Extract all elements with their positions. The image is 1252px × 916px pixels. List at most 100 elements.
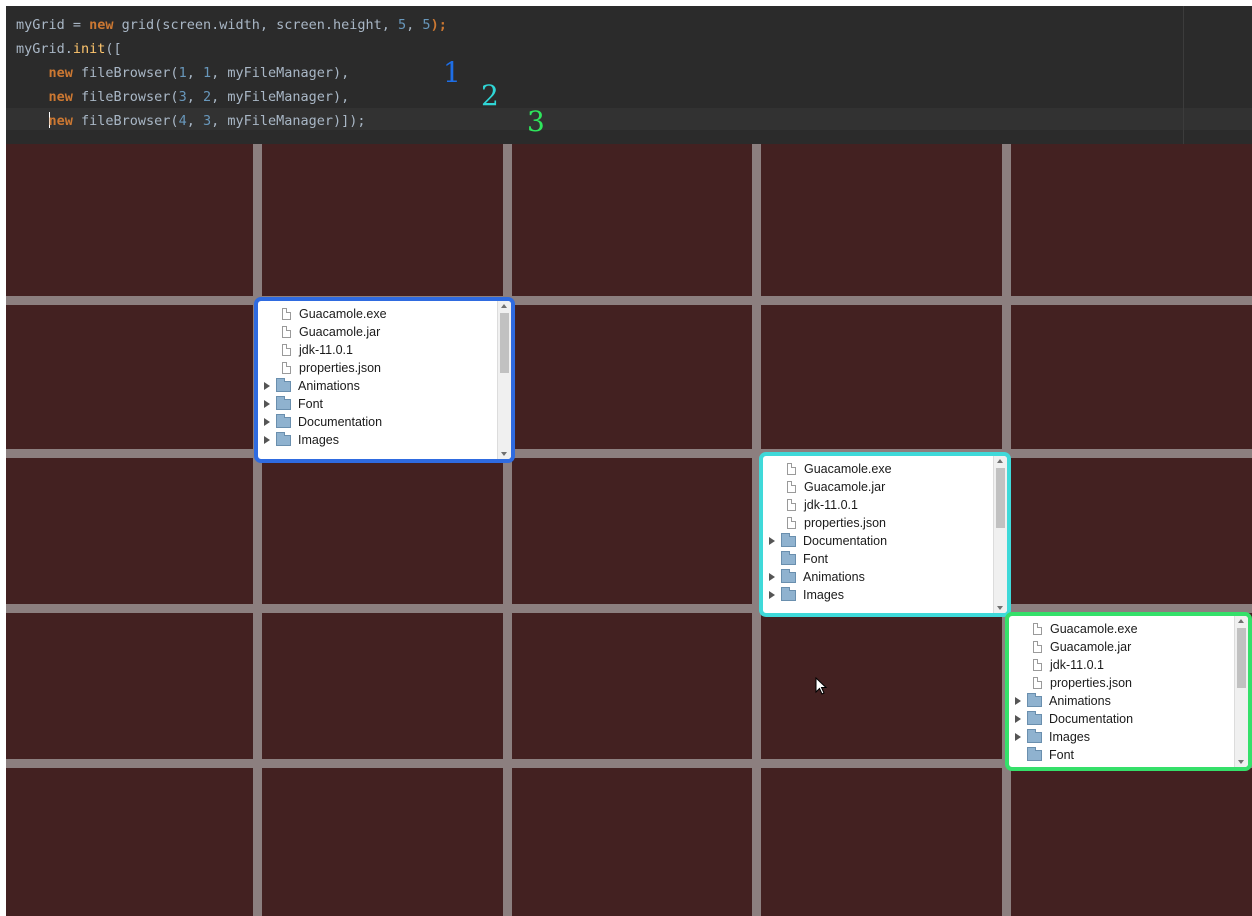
file-item[interactable]: Guacamole.jar	[763, 478, 993, 496]
file-icon	[787, 463, 796, 475]
code-token: init	[72, 41, 106, 57]
code-token: new	[48, 89, 82, 105]
scrollbar[interactable]	[497, 301, 511, 459]
expand-arrow-icon[interactable]	[264, 400, 270, 408]
folder-item[interactable]: Documentation	[763, 532, 993, 550]
grid-line-vertical	[503, 144, 512, 916]
expand-arrow-icon[interactable]	[1015, 733, 1021, 741]
code-token: , myFileManager)]);	[211, 113, 366, 129]
folder-icon	[1027, 710, 1042, 725]
scroll-thumb[interactable]	[996, 468, 1005, 528]
item-label: Documentation	[1049, 712, 1134, 726]
grid-line-horizontal	[6, 449, 1252, 458]
code-token: 1	[178, 65, 187, 81]
file-item[interactable]: properties.json	[1009, 674, 1234, 692]
file-icon	[787, 499, 796, 511]
folder-item[interactable]: Documentation	[258, 413, 497, 431]
expand-arrow-icon[interactable]	[264, 418, 270, 426]
code-token: , myFileManager),	[211, 65, 350, 81]
file-list[interactable]: Guacamole.exe Guacamole.jar jdk-11.0.1 prop…	[258, 301, 497, 459]
code-token: 2	[202, 89, 212, 105]
annotation-label-1: 1	[443, 56, 461, 89]
code-token: new	[48, 113, 82, 129]
expand-arrow-icon[interactable]	[769, 573, 775, 581]
grid-line-horizontal	[6, 296, 1252, 305]
item-label: jdk-11.0.1	[1050, 658, 1104, 672]
scroll-down-arrow-icon[interactable]	[501, 452, 507, 456]
folder-item[interactable]: Font	[763, 550, 993, 568]
file-browser-3[interactable]: Guacamole.exe Guacamole.jar jdk-11.0.1 prop…	[1005, 612, 1252, 771]
file-item[interactable]: Guacamole.jar	[258, 323, 497, 341]
code-line[interactable]: new fileBrowser(3, 2, myFileManager),	[16, 88, 350, 106]
folder-icon	[276, 431, 291, 446]
scroll-down-arrow-icon[interactable]	[1238, 760, 1244, 764]
code-line[interactable]: myGrid = new grid(screen.width, screen.h…	[16, 16, 447, 34]
code-line[interactable]: new fileBrowser(1, 1, myFileManager),	[16, 64, 350, 82]
scroll-thumb[interactable]	[500, 313, 509, 373]
right-margin-guide	[1183, 6, 1184, 144]
folder-item[interactable]: Images	[1009, 728, 1234, 746]
folder-item[interactable]: Animations	[258, 377, 497, 395]
expand-arrow-icon[interactable]	[769, 537, 775, 545]
file-item[interactable]: jdk-11.0.1	[1009, 656, 1234, 674]
scroll-up-arrow-icon[interactable]	[997, 459, 1003, 463]
item-label: Guacamole.exe	[1050, 622, 1138, 636]
grid-canvas	[6, 144, 1252, 916]
code-token: 1	[202, 65, 212, 81]
file-browser-1[interactable]: Guacamole.exe Guacamole.jar jdk-11.0.1 prop…	[254, 297, 515, 463]
item-label: Animations	[298, 379, 360, 393]
file-browser-2[interactable]: Guacamole.exe Guacamole.jar jdk-11.0.1 prop…	[759, 452, 1011, 617]
file-icon	[1033, 677, 1042, 689]
code-token: fileBrowser(	[81, 113, 179, 129]
item-label: Guacamole.exe	[299, 307, 387, 321]
folder-icon	[781, 586, 796, 601]
file-item[interactable]: properties.json	[763, 514, 993, 532]
code-token: ([	[105, 41, 122, 57]
file-item[interactable]: properties.json	[258, 359, 497, 377]
code-editor[interactable]: myGrid = new grid(screen.width, screen.h…	[6, 6, 1252, 144]
folder-item[interactable]: Documentation	[1009, 710, 1234, 728]
file-icon	[1033, 659, 1042, 671]
expand-arrow-icon[interactable]	[264, 436, 270, 444]
scroll-down-arrow-icon[interactable]	[997, 606, 1003, 610]
folder-item[interactable]: Animations	[763, 568, 993, 586]
code-line[interactable]: new fileBrowser(4, 3, myFileManager)]);	[16, 112, 366, 130]
folder-item[interactable]: Animations	[1009, 692, 1234, 710]
folder-item[interactable]: Images	[258, 431, 497, 449]
folder-item[interactable]: Font	[258, 395, 497, 413]
folder-item[interactable]: Font	[1009, 746, 1234, 764]
code-line[interactable]: myGrid.init([	[16, 40, 122, 58]
scroll-thumb[interactable]	[1237, 628, 1246, 688]
file-item[interactable]: jdk-11.0.1	[763, 496, 993, 514]
file-icon	[282, 362, 291, 374]
item-label: properties.json	[299, 361, 381, 375]
file-item[interactable]: Guacamole.exe	[258, 305, 497, 323]
scrollbar[interactable]	[993, 456, 1007, 613]
item-label: Guacamole.exe	[804, 462, 892, 476]
grid-line-vertical	[253, 144, 262, 916]
folder-item[interactable]: Images	[763, 586, 993, 604]
item-label: jdk-11.0.1	[299, 343, 353, 357]
scrollbar[interactable]	[1234, 616, 1248, 767]
file-list[interactable]: Guacamole.exe Guacamole.jar jdk-11.0.1 prop…	[763, 456, 993, 613]
code-token: grid(screen.width, screen.height,	[121, 17, 399, 33]
code-token: fileBrowser(	[81, 65, 179, 81]
expand-arrow-icon[interactable]	[1015, 697, 1021, 705]
expand-arrow-icon[interactable]	[1015, 715, 1021, 723]
item-label: jdk-11.0.1	[804, 498, 858, 512]
file-item[interactable]: Guacamole.exe	[763, 460, 993, 478]
item-label: Guacamole.jar	[299, 325, 381, 339]
code-token: ,	[186, 113, 203, 129]
file-list[interactable]: Guacamole.exe Guacamole.jar jdk-11.0.1 prop…	[1009, 616, 1234, 767]
file-item[interactable]: Guacamole.jar	[1009, 638, 1234, 656]
folder-icon	[781, 532, 796, 547]
file-item[interactable]: jdk-11.0.1	[258, 341, 497, 359]
expand-arrow-icon[interactable]	[769, 591, 775, 599]
file-item[interactable]: Guacamole.exe	[1009, 620, 1234, 638]
annotation-label-3: 3	[527, 105, 545, 138]
expand-arrow-icon[interactable]	[264, 382, 270, 390]
scroll-up-arrow-icon[interactable]	[501, 304, 507, 308]
file-icon	[282, 326, 291, 338]
scroll-up-arrow-icon[interactable]	[1238, 619, 1244, 623]
